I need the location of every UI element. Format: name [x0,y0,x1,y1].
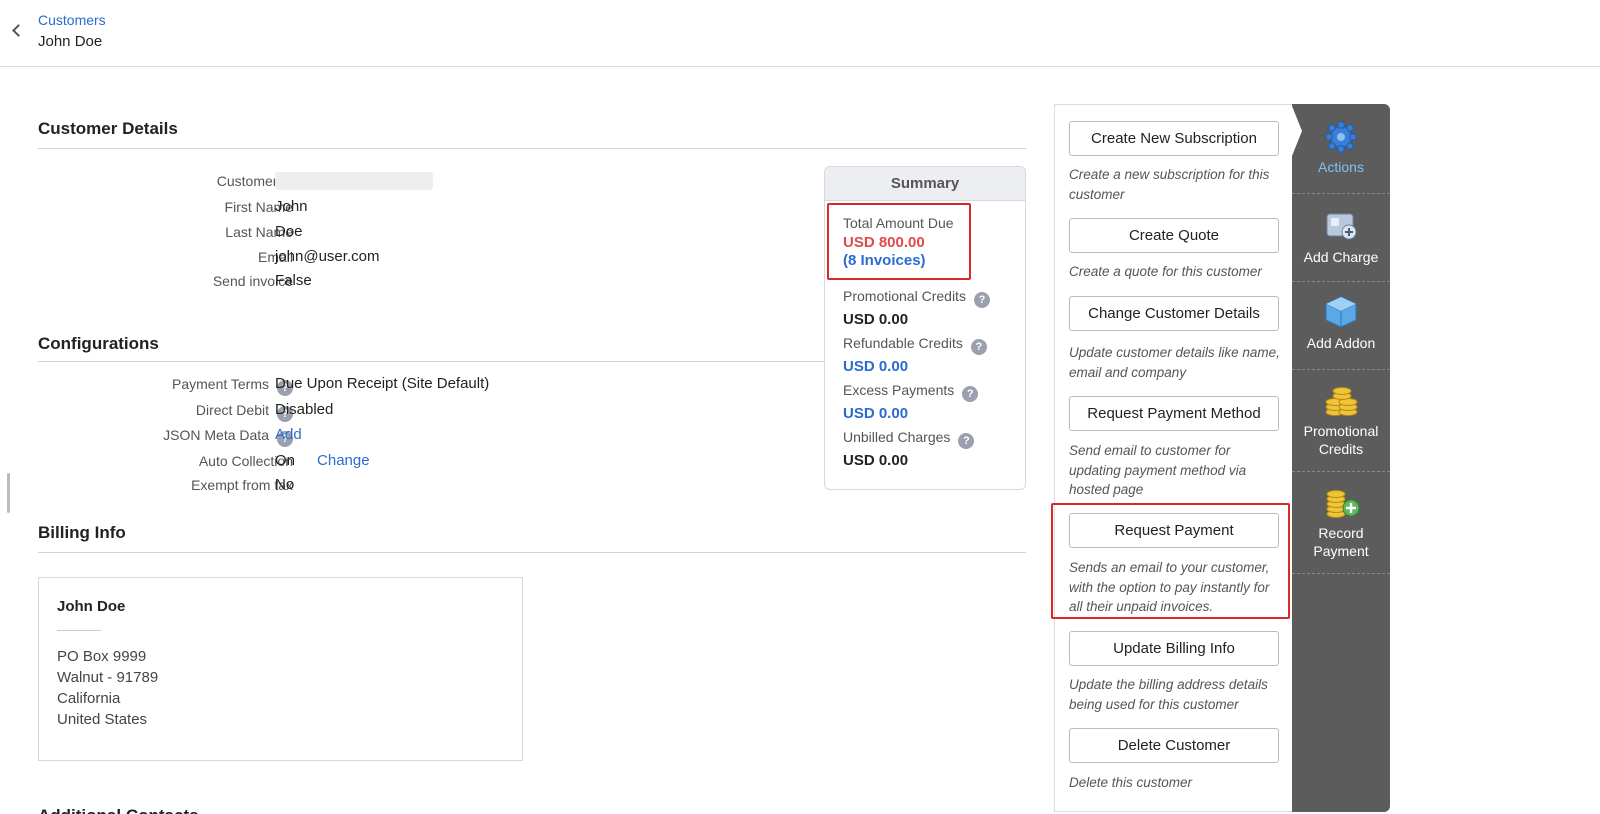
sidebar-label: Record Payment [1313,525,1369,559]
section-divider [38,552,1026,553]
json-meta-label: JSON Meta Data [163,427,269,443]
actions-panel: Create New Subscription Create a new sub… [1054,104,1292,812]
unbilled-charges-label: Unbilled Charges [843,429,951,445]
update-billing-info-button[interactable]: Update Billing Info [1069,631,1279,666]
send-invoice-row: Send invoice False [38,271,798,293]
json-meta-row: JSON Meta Data? Add [38,425,798,447]
refundable-credits-value[interactable]: USD 0.00 [843,358,987,375]
delete-customer-desc: Delete this customer [1069,775,1193,790]
sidebar-item-add-addon[interactable]: Add Addon [1292,294,1390,370]
unbilled-charges: Unbilled Charges? USD 0.00 [843,429,975,469]
redacted-value [275,172,433,190]
help-icon[interactable]: ? [958,433,975,449]
first-name-value: John [275,198,308,215]
email-value: john@user.com [275,248,380,265]
highlight-box-request-payment [1051,503,1290,619]
sidebar-item-actions[interactable]: Actions [1292,118,1390,194]
send-invoice-value: False [275,272,312,289]
sidebar-label: Add Addon [1306,335,1376,351]
update-billing-info-desc: Update the billing address details being… [1069,677,1268,712]
help-icon[interactable]: ? [970,339,987,355]
sidebar-item-add-charge[interactable]: Add Charge [1292,208,1390,282]
address-line: PO Box 9999 [57,648,147,665]
email-row: Email john@user.com [38,247,798,269]
create-subscription-desc: Create a new subscription for this custo… [1069,167,1270,202]
unbilled-charges-value: USD 0.00 [843,452,909,469]
promotional-credits-label: Promotional Credits [843,288,966,304]
card-divider [57,630,101,631]
request-payment-method-button[interactable]: Request Payment Method [1069,396,1279,431]
coins-icon [1321,382,1361,418]
last-name-value: Doe [275,223,303,240]
add-charge-icon [1321,208,1361,244]
customer-id-value [275,172,433,191]
field-label: JSON Meta Data? [163,427,293,447]
highlight-box-total-due [827,203,971,280]
help-icon[interactable]: ? [973,292,990,308]
exempt-tax-row: Exempt from tax No [38,475,798,497]
promotional-credits: Promotional Credits? USD 0.00 [843,288,990,328]
billing-info-title: Billing Info [38,523,126,542]
customer-id-row: Customer Id [38,171,798,193]
create-subscription-button[interactable]: Create New Subscription [1069,121,1279,156]
top-bar: Customers John Doe [0,0,1600,67]
billing-address: PO Box 9999 Walnut - 91789 California Un… [57,646,158,730]
address-line: United States [57,711,148,728]
auto-collection-state: On [275,452,296,469]
page-title: John Doe [38,33,103,50]
actions-sidebar: Actions Add Charge Add Addon Promotional… [1292,104,1390,812]
additional-contacts-title: Additional Contacts [38,806,199,814]
direct-debit-value: Disabled [275,401,334,418]
excess-payments-label: Excess Payments [843,382,955,398]
auto-collection-value: On Change [275,452,370,469]
last-name-row: Last Name Doe [38,222,798,244]
direct-debit-label: Direct Debit [195,402,269,418]
refundable-credits: Refundable Credits? USD 0.00 [843,335,987,375]
billing-address-card: John Doe PO Box 9999 Walnut - 91789 Cali… [38,577,523,761]
excess-payments-value[interactable]: USD 0.00 [843,405,978,422]
help-icon[interactable]: ? [962,386,979,402]
back-chevron-icon[interactable] [10,22,24,38]
scroll-indicator[interactable] [7,473,10,513]
gear-icon [1321,118,1361,154]
direct-debit-row: Direct Debit? Disabled [38,400,798,422]
change-customer-details-button[interactable]: Change Customer Details [1069,296,1279,331]
configurations-title: Configurations [38,334,159,353]
breadcrumb-customers-link[interactable]: Customers [38,12,106,28]
first-name-row: First Name John [38,197,798,219]
payment-terms-row: Payment Terms? Due Upon Receipt (Site De… [38,374,798,396]
excess-payments: Excess Payments? USD 0.00 [843,382,979,422]
create-quote-desc: Create a quote for this customer [1069,264,1262,279]
json-meta-add-link[interactable]: Add [275,426,302,443]
promotional-credits-value: USD 0.00 [843,311,909,328]
payment-terms-label: Payment Terms [172,376,269,392]
create-quote-button[interactable]: Create Quote [1069,218,1279,253]
change-customer-details-desc: Update customer details like name, email… [1069,345,1280,380]
sidebar-label: Promotional Credits [1303,423,1379,457]
section-divider [38,148,1026,149]
sidebar-item-record-payment[interactable]: Record Payment [1292,484,1390,574]
customer-details-title: Customer Details [38,119,178,138]
refundable-credits-label: Refundable Credits [843,335,963,351]
address-line: California [57,690,121,707]
sidebar-item-promotional-credits[interactable]: Promotional Credits [1292,382,1390,472]
json-meta-value: Add [275,426,302,443]
address-line: Walnut - 91789 [57,669,159,686]
cube-icon [1321,294,1361,330]
summary-title: Summary [825,167,1025,201]
auto-collection-change-link[interactable]: Change [317,452,370,469]
sidebar-label: Actions [1318,159,1364,175]
exempt-tax-value: No [275,476,295,493]
payment-terms-value: Due Upon Receipt (Site Default) [275,375,490,392]
auto-collection-row: Auto Collection On Change [38,451,798,473]
billing-name: John Doe [57,598,126,615]
sidebar-label: Add Charge [1303,249,1379,265]
request-payment-method-desc: Send email to customer for updating paym… [1069,443,1247,497]
coins-plus-icon [1321,484,1361,520]
section-divider [38,361,824,362]
delete-customer-button[interactable]: Delete Customer [1069,728,1279,763]
